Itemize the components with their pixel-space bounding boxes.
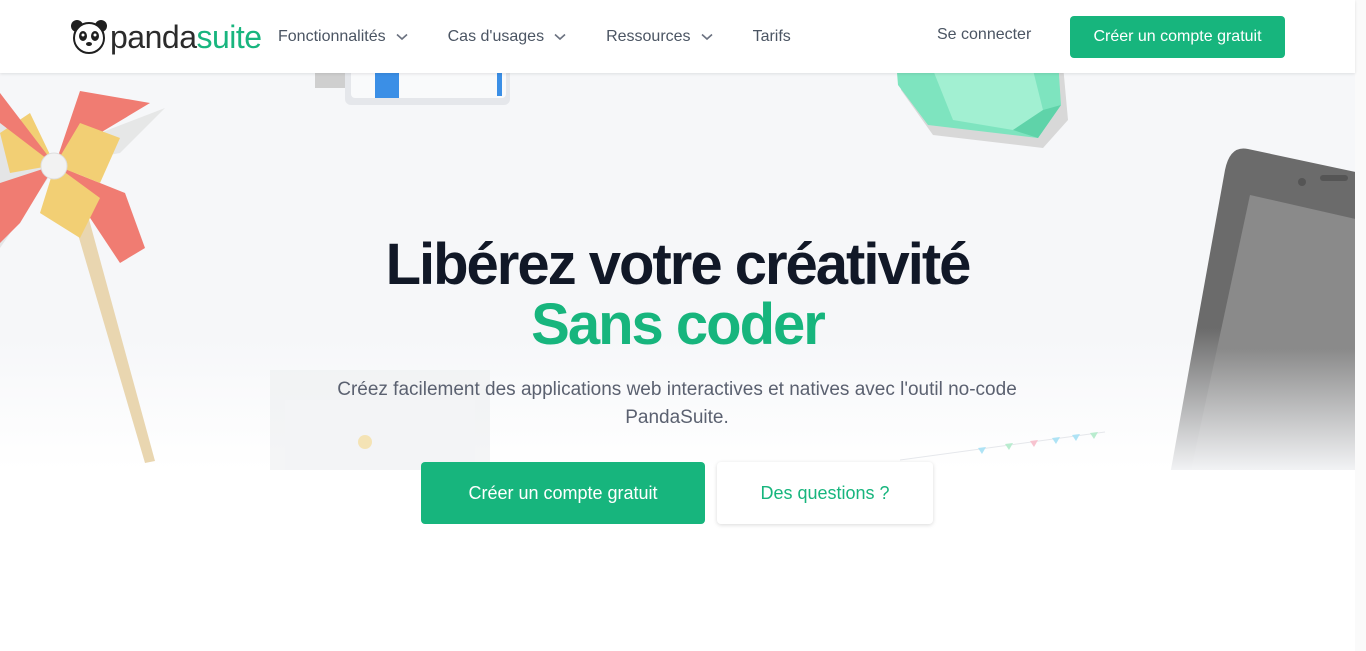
gem-illustration	[896, 60, 1068, 148]
nav-item-label: Ressources	[606, 28, 691, 45]
nav-item-fonctionnalites[interactable]: Fonctionnalités	[278, 26, 408, 48]
hero-title-accent: Sans coder	[531, 292, 826, 357]
page-scrollbar[interactable]	[1355, 0, 1366, 651]
site-header: pandasuite Fonctionnalités Cas d'usages …	[0, 0, 1355, 73]
chevron-down-icon	[554, 28, 566, 46]
logo[interactable]: pandasuite	[70, 17, 262, 57]
nav-item-label: Tarifs	[752, 28, 791, 45]
create-account-button[interactable]: Créer un compte gratuit	[421, 462, 705, 524]
login-link[interactable]: Se connecter	[937, 26, 1031, 44]
main-nav: Fonctionnalités Cas d'usages Ressources …	[278, 26, 831, 48]
hero-title: Libérez votre créativité	[385, 232, 972, 297]
chevron-down-icon	[396, 28, 408, 46]
chevron-down-icon	[701, 28, 713, 46]
nav-item-label: Fonctionnalités	[278, 28, 386, 45]
nav-item-label: Cas d'usages	[447, 28, 545, 45]
logo-text-suite: suite	[196, 19, 262, 55]
nav-item-tarifs[interactable]: Tarifs	[753, 26, 791, 48]
hero-subtitle: Créez facilement des applications web in…	[337, 379, 1017, 428]
create-account-header-button[interactable]: Créer un compte gratuit	[1070, 16, 1285, 58]
nav-item-cas-usages[interactable]: Cas d'usages	[448, 26, 566, 48]
questions-button[interactable]: Des questions ?	[717, 462, 933, 524]
logo-text-panda: panda	[110, 19, 197, 55]
panda-logo-icon	[71, 20, 107, 54]
nav-item-ressources[interactable]: Ressources	[606, 26, 713, 48]
